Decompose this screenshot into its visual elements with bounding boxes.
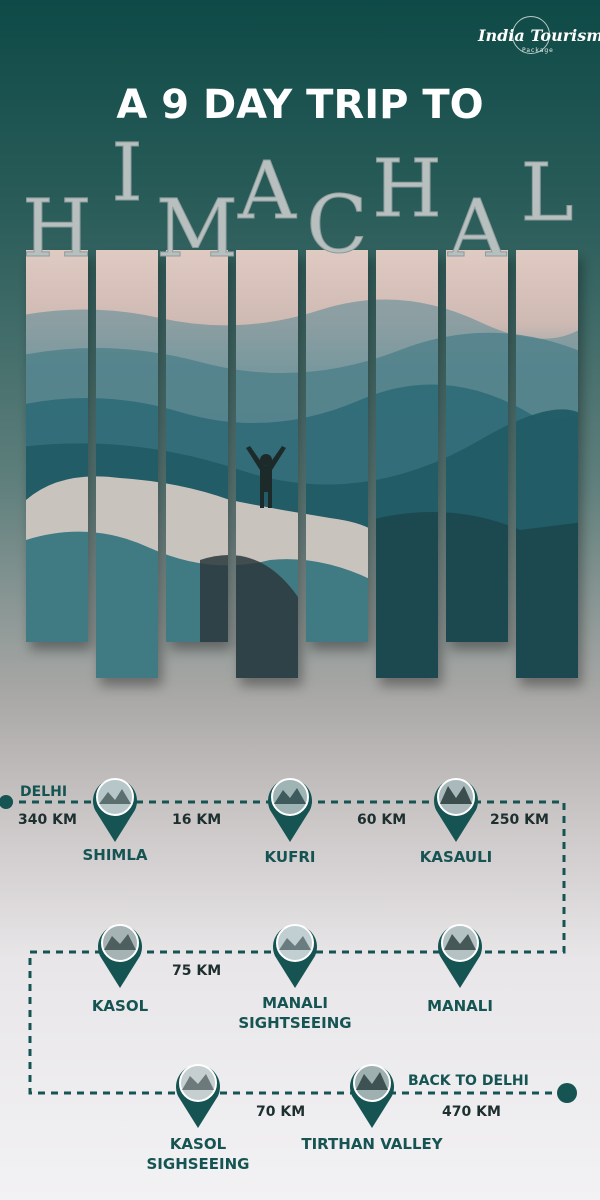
stop-shimla: SHIMLA [82,846,148,864]
distance-tirthan-delhi: 470 KM [442,1104,501,1120]
distance-kasauli-manali: 250 KM [490,812,549,828]
stop-manali-sightseeing: MANALI SIGHTSEEING [238,994,352,1032]
pin-kasol [97,924,143,988]
distance-shimla-kufri: 16 KM [172,812,222,828]
route-start-dot [0,795,13,809]
pin-manali [438,924,482,988]
stop-tirthan-valley: TIRTHAN VALLEY [301,1135,443,1153]
stop-kufri: KUFRI [264,848,316,866]
distance-delhi-shimla: 340 KM [18,812,77,828]
stop-kasol: KASOL [91,997,149,1015]
pin-kasol-sighseeing [176,1064,220,1128]
pin-shimla [92,778,138,842]
infographic: India Tourism Package A 9 DAY TRIP TO H … [0,0,600,1200]
stop-kasauli: KASAULI [419,848,493,866]
pin-manali-sightseeing [272,924,317,988]
stop-manali: MANALI [427,997,493,1015]
pin-tirthan-valley [350,1064,394,1128]
route-end-label: BACK TO DELHI [408,1073,529,1089]
stop-kasol-sighseeing: KASOL SIGHSEEING [146,1135,250,1173]
distance-kufri-kasauli: 60 KM [357,812,407,828]
distance-manali-kasol: 75 KM [172,963,222,979]
distance-kasol-tirthan: 70 KM [256,1104,306,1120]
route-start-label: DELHI [20,784,68,800]
route-end-dot [557,1083,577,1103]
pin-kasauli [433,778,478,842]
pin-kufri [268,778,312,842]
